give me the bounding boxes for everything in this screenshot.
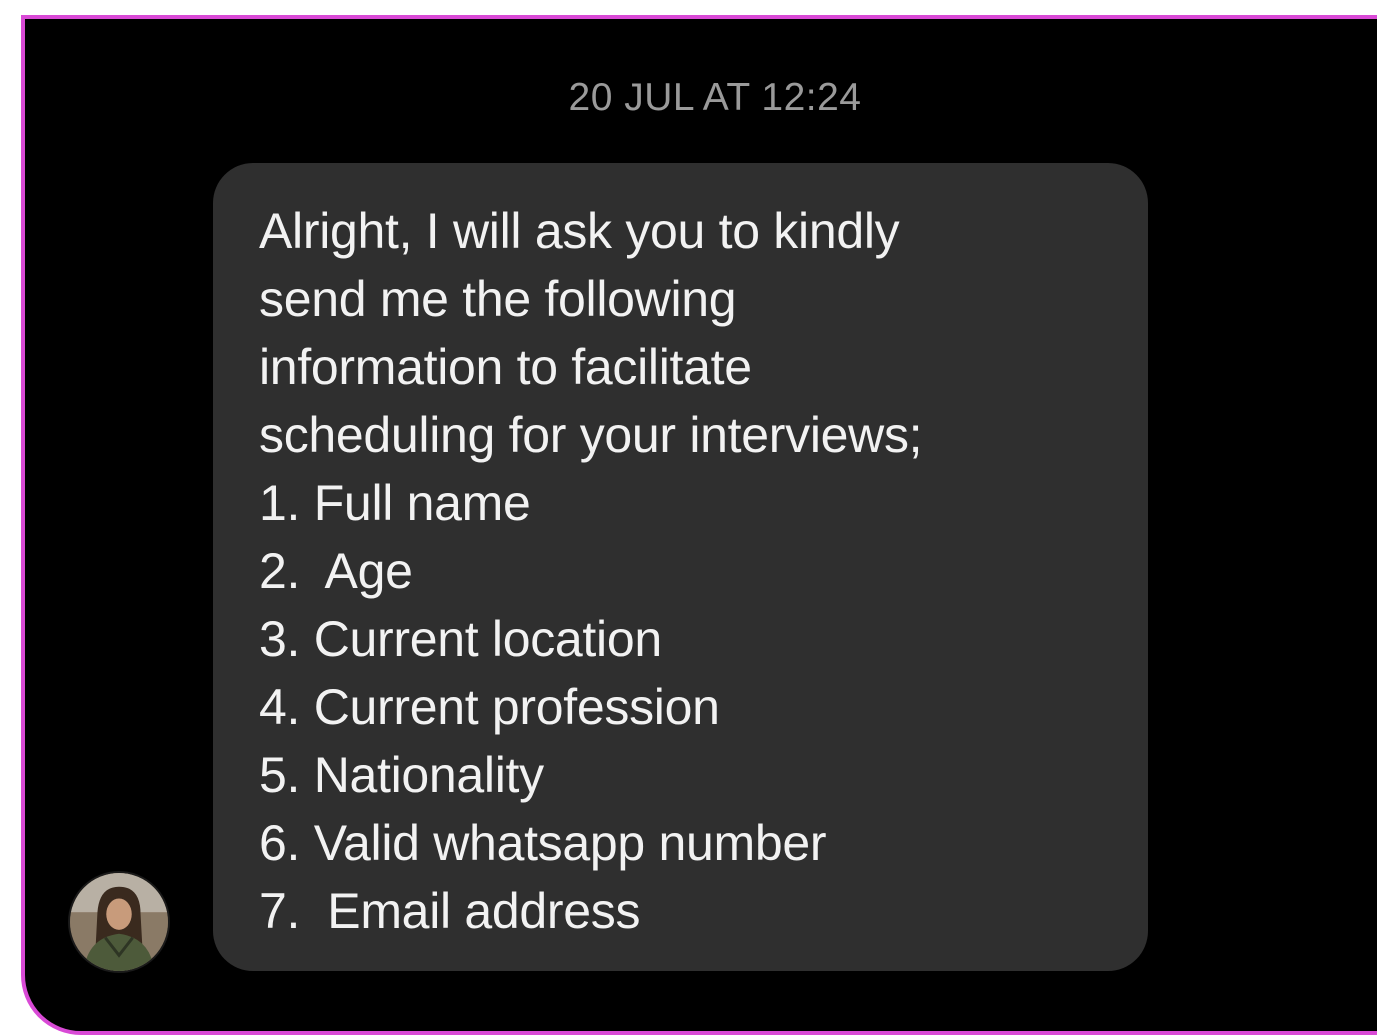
message-line: information to facilitate xyxy=(259,339,752,395)
user-avatar-icon xyxy=(70,873,168,971)
message-line: 4. Current profession xyxy=(259,679,720,735)
chat-window: 20 JUL AT 12:24 Alright, I will ask you … xyxy=(21,15,1377,1035)
sender-avatar[interactable] xyxy=(68,871,170,973)
message-line: 2. Age xyxy=(259,543,413,599)
message-line: 5. Nationality xyxy=(259,747,544,803)
message-line: 6. Valid whatsapp number xyxy=(259,815,827,871)
message-line: send me the following xyxy=(259,271,737,327)
message-line: Alright, I will ask you to kindly xyxy=(259,203,900,259)
message-timestamp: 20 JUL AT 12:24 xyxy=(568,76,862,119)
message-line: 7. Email address xyxy=(259,883,641,939)
message-line: 1. Full name xyxy=(259,475,531,531)
message-line: 3. Current location xyxy=(259,611,662,667)
message-line: scheduling for your interviews; xyxy=(259,407,923,463)
received-message-bubble[interactable]: Alright, I will ask you to kindly send m… xyxy=(213,163,1148,971)
